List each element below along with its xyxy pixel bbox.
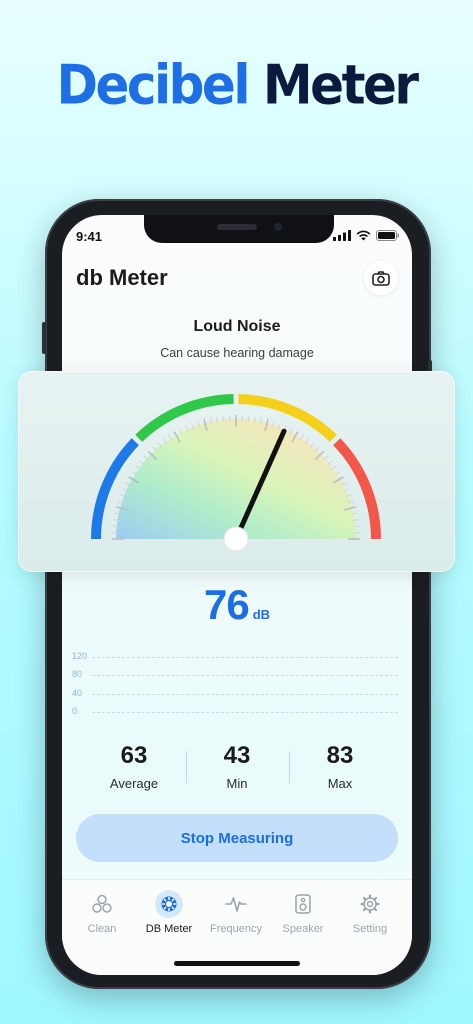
tab-frequency[interactable]: Frequency (201, 890, 271, 935)
axis-label-120: 120 (72, 651, 88, 661)
grid-line (92, 712, 398, 713)
stat-min: 43 Min (187, 742, 287, 791)
camera-icon (372, 270, 390, 286)
db-reading: 76 dB (62, 581, 412, 629)
front-camera (274, 223, 282, 231)
stat-average-label: Average (109, 776, 159, 791)
axis-label-0: 0 (72, 706, 78, 716)
mute-switch (42, 322, 46, 354)
grid-line (92, 657, 398, 658)
gauge-tick (222, 415, 225, 422)
app-screen: 9:41 db Meter Loud Noise Can cause heari… (62, 215, 412, 975)
grid-line (92, 675, 398, 676)
gear-icon (356, 890, 384, 918)
status-time: 9:41 (76, 229, 103, 244)
battery-icon (376, 230, 399, 241)
tab-setting[interactable]: Setting (335, 890, 405, 935)
status-icons (333, 230, 400, 241)
db-value: 76 (203, 581, 250, 628)
speaker-icon (289, 890, 317, 918)
stat-max: 83 Max (290, 742, 390, 791)
gauge-tick (112, 525, 119, 528)
stat-max-label: Max (327, 776, 353, 791)
signal-icon (333, 230, 351, 241)
gauge-fill (116, 419, 356, 539)
axis-label-40: 40 (72, 688, 83, 698)
stat-max-value: 83 (326, 742, 354, 769)
bubbles-icon (88, 890, 116, 918)
gauge-hub (223, 526, 249, 552)
pulse-icon (222, 890, 250, 918)
notch (144, 215, 334, 243)
tab-speaker-label: Speaker (282, 923, 324, 935)
stat-min-value: 43 (223, 742, 251, 769)
tab-clean-label: Clean (87, 923, 117, 935)
noise-level-title: Loud Noise (193, 318, 281, 335)
tab-setting-label: Setting (352, 923, 388, 935)
headline-word-decibel: Decibel (56, 53, 250, 117)
stat-average: 63 Average (84, 742, 184, 791)
headline-word-meter: Meter (262, 53, 419, 117)
home-indicator (174, 961, 300, 966)
app-title: db Meter (76, 265, 168, 290)
gauge-icon (155, 890, 183, 918)
tab-clean[interactable]: Clean (67, 890, 137, 935)
noise-level-subtitle: Can cause hearing damage (160, 346, 314, 360)
tab-frequency-label: Frequency (210, 923, 262, 935)
stat-min-label: Min (226, 776, 248, 791)
wifi-icon (356, 230, 371, 241)
stop-measuring-button[interactable]: Stop Measuring (76, 814, 398, 862)
stat-average-value: 63 (120, 742, 148, 769)
gauge (91, 394, 381, 552)
gauge-tick (353, 525, 360, 528)
tab-speaker[interactable]: Speaker (268, 890, 338, 935)
tab-db-meter-label: DB Meter (145, 923, 193, 935)
gauge-card (18, 371, 455, 572)
tab-db-meter[interactable]: DB Meter (134, 890, 204, 935)
axis-label-80: 80 (72, 669, 83, 679)
earpiece (217, 224, 257, 230)
gauge-tick (247, 415, 250, 422)
grid-line (92, 694, 398, 695)
headline: Decibel Meter (0, 54, 473, 117)
db-unit: dB (252, 607, 271, 622)
camera-button[interactable] (364, 261, 398, 295)
